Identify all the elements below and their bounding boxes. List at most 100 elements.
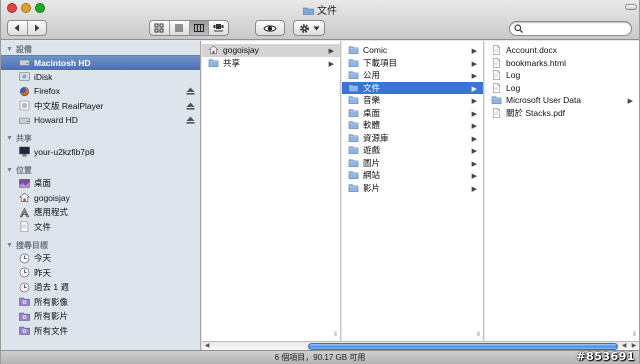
- clock-icon: [19, 282, 30, 293]
- column-item[interactable]: Log: [485, 69, 639, 82]
- clock-icon: [19, 267, 30, 278]
- finder-window: 文件 ▼ 設備 Macintosh HD iDisk Firefox 中文版 R…: [0, 0, 640, 364]
- folder-icon: [348, 159, 359, 167]
- folder-icon: [348, 84, 359, 92]
- disclosure-triangle-icon[interactable]: ▼: [6, 135, 13, 142]
- list-view-icon: [175, 24, 184, 32]
- column-item-label: Log: [506, 70, 521, 81]
- column-item-label: 遊戲: [363, 145, 381, 156]
- eject-icon[interactable]: [186, 87, 195, 95]
- toolbar-toggle-button[interactable]: [625, 4, 637, 10]
- forward-button[interactable]: [26, 21, 47, 35]
- column-3[interactable]: Account.docx bookmarks.html Log Log Microsof…: [485, 41, 639, 341]
- column-item-label: 共享: [223, 57, 241, 68]
- column-item[interactable]: 圖片 ▶: [342, 157, 483, 170]
- list-view-button[interactable]: [168, 21, 189, 35]
- search-field[interactable]: [509, 21, 632, 36]
- column-item-label: 文件: [363, 82, 381, 93]
- scroll-right-icon[interactable]: ▶: [629, 342, 639, 350]
- column-resize-handle[interactable]: ⦀: [332, 332, 339, 339]
- sidebar-section-header[interactable]: ▼ 位置: [1, 164, 200, 176]
- sidebar-section-header[interactable]: ▼ 設備: [1, 43, 200, 55]
- sidebar-section-header[interactable]: ▼ 共享: [1, 133, 200, 145]
- quicklook-button[interactable]: [255, 20, 285, 36]
- status-text: 6 個項目，90.17 GB 可用: [274, 353, 366, 362]
- column-item[interactable]: 遊戲 ▶: [342, 144, 483, 157]
- sidebar-item[interactable]: 所有影片: [1, 309, 200, 324]
- column-item[interactable]: 共享 ▶: [202, 57, 340, 70]
- sidebar-item-label: 中文版 RealPlayer: [34, 100, 104, 111]
- sidebar-item[interactable]: your-u2kzfib7p8: [1, 145, 200, 160]
- disk-image-icon: [19, 100, 30, 111]
- column-1[interactable]: gogoisjay ▶ 共享 ▶ ⦀: [202, 41, 341, 341]
- column-item[interactable]: 桌面 ▶: [342, 107, 483, 120]
- scroll-left-icon[interactable]: ◀: [619, 342, 629, 350]
- column-item[interactable]: 軟體 ▶: [342, 119, 483, 132]
- sidebar-section-header[interactable]: ▼ 搜尋目標: [1, 239, 200, 251]
- sidebar-item[interactable]: gogoisjay: [1, 191, 200, 206]
- sidebar-item-label: iDisk: [34, 71, 53, 82]
- search-icon: [514, 24, 523, 33]
- column-item[interactable]: 文件 ▶: [342, 81, 483, 94]
- column-item[interactable]: 公用 ▶: [342, 69, 483, 82]
- desktop-icon: [19, 178, 30, 188]
- sidebar-item[interactable]: 文件: [1, 220, 200, 235]
- column-item[interactable]: 網站 ▶: [342, 169, 483, 182]
- sidebar-item[interactable]: 過去 1 週: [1, 280, 200, 295]
- eject-icon[interactable]: [186, 102, 195, 110]
- back-button[interactable]: [8, 21, 27, 35]
- column-item[interactable]: 資源庫 ▶: [342, 132, 483, 145]
- clock-icon: [19, 253, 30, 264]
- column-item-label: Comic: [363, 45, 388, 56]
- search-input[interactable]: [526, 23, 626, 34]
- scroll-left-icon[interactable]: ◀: [202, 342, 212, 350]
- sidebar-item[interactable]: 所有文件: [1, 324, 200, 339]
- column-2[interactable]: Comic ▶ 下載項目 ▶ 公用 ▶ 文件 ▶ 音樂 ▶ 桌面 ▶ 軟體 ▶ 資源庫 ▶ 遊戲 ▶ 圖片 ▶ 網站 ▶ 影…: [342, 41, 484, 341]
- disclosure-triangle-icon[interactable]: ▼: [6, 46, 13, 53]
- column-item[interactable]: 關於 Stacks.pdf: [485, 107, 639, 120]
- scrollbar-thumb[interactable]: [308, 343, 618, 350]
- sidebar-item[interactable]: 今天: [1, 251, 200, 266]
- column-view-button[interactable]: [188, 21, 209, 35]
- horizontal-scrollbar[interactable]: ◀ ◀ ▶: [202, 341, 639, 350]
- icon-view-icon: [154, 23, 164, 33]
- smart-folder-icon: [19, 326, 30, 336]
- sidebar-item-label: 所有影像: [34, 296, 69, 307]
- firefox-icon: [19, 86, 30, 96]
- sidebar-item-label: gogoisjay: [34, 192, 70, 203]
- sidebar-item[interactable]: 所有影像: [1, 295, 200, 310]
- column-item[interactable]: 影片 ▶: [342, 182, 483, 195]
- column-item[interactable]: gogoisjay ▶: [202, 44, 340, 57]
- eject-icon[interactable]: [186, 116, 195, 124]
- icon-view-button[interactable]: [150, 21, 169, 35]
- disclosure-triangle-icon[interactable]: ▼: [6, 167, 13, 174]
- column-item[interactable]: Log: [485, 82, 639, 95]
- coverflow-view-button[interactable]: [208, 21, 228, 35]
- sidebar-item[interactable]: Howard HD: [1, 113, 200, 128]
- sidebar-item[interactable]: Macintosh HD: [1, 55, 200, 70]
- column-item[interactable]: 下載項目 ▶: [342, 57, 483, 70]
- column-resize-handle[interactable]: ⦀: [631, 332, 638, 339]
- column-item[interactable]: Comic ▶: [342, 44, 483, 57]
- column-item[interactable]: bookmarks.html: [485, 57, 639, 70]
- sidebar-item[interactable]: 桌面: [1, 176, 200, 191]
- sidebar-item[interactable]: 中文版 RealPlayer: [1, 99, 200, 114]
- folder-icon: [303, 7, 314, 15]
- column-resize-handle[interactable]: ⦀: [475, 332, 482, 339]
- sidebar-item-label: 所有影片: [34, 311, 69, 322]
- sidebar-item[interactable]: Firefox: [1, 84, 200, 99]
- column-item[interactable]: 音樂 ▶: [342, 94, 483, 107]
- action-menu-button[interactable]: [293, 20, 325, 36]
- sidebar-item[interactable]: 昨天: [1, 266, 200, 281]
- disclosure-triangle-icon[interactable]: ▼: [6, 242, 13, 249]
- column-item-label: Account.docx: [506, 45, 558, 56]
- sidebar-item[interactable]: 應用程式: [1, 205, 200, 220]
- disclosure-arrow-icon: ▶: [471, 173, 477, 180]
- coverflow-view-icon: [213, 24, 224, 32]
- applications-icon: [19, 207, 30, 217]
- sidebar-item[interactable]: iDisk: [1, 70, 200, 85]
- column-item[interactable]: Microsoft User Data ▶: [485, 94, 639, 107]
- column-item[interactable]: Account.docx: [485, 44, 639, 57]
- folder-icon: [348, 171, 359, 180]
